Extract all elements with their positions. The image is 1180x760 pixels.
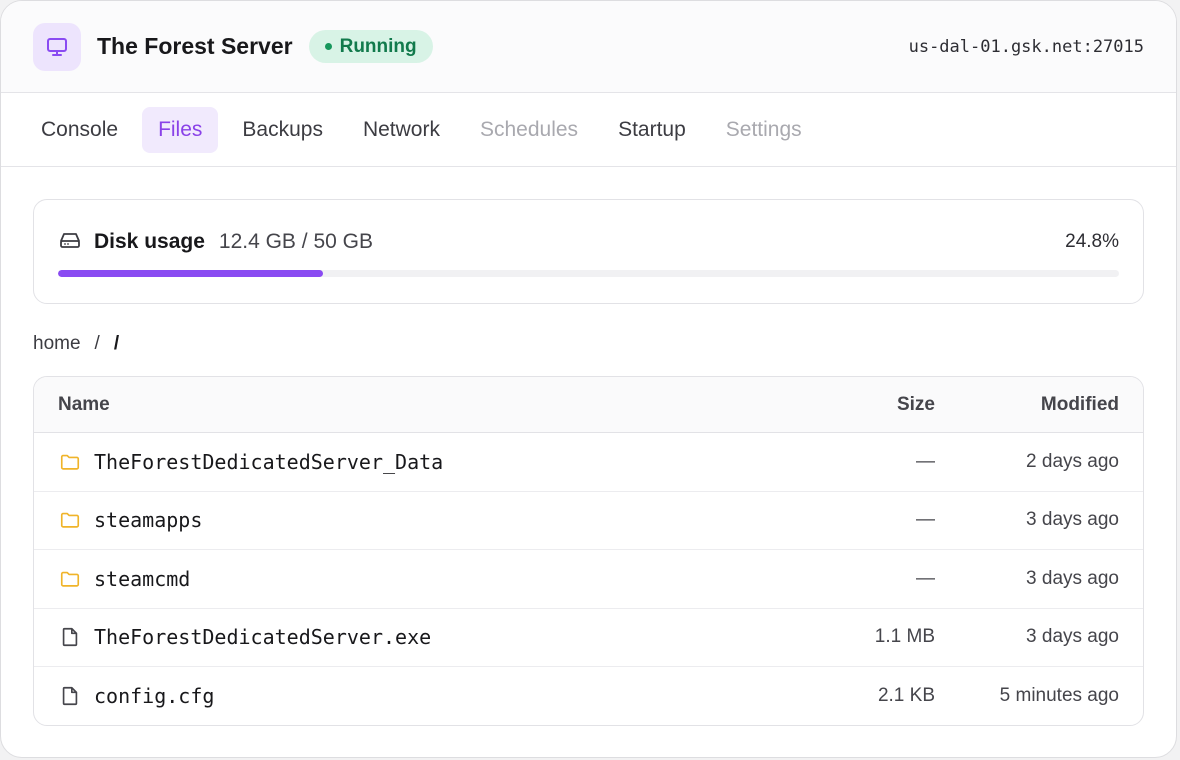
file-modified: 2 days ago <box>1026 450 1119 472</box>
table-row[interactable]: TheForestDedicatedServer_Data — 2 days ago <box>34 433 1143 492</box>
file-name[interactable]: TheForestDedicatedServer.exe <box>94 625 431 649</box>
disk-usage-fill <box>58 270 324 277</box>
breadcrumb-separator: / <box>94 333 100 354</box>
header-size[interactable]: Size <box>735 394 935 416</box>
disk-usage-label: Disk usage <box>94 230 205 253</box>
file-size: — <box>916 567 935 589</box>
tab-network[interactable]: Network <box>347 107 456 153</box>
row-name-cell: TheForestDedicatedServer.exe <box>58 625 735 649</box>
file-name[interactable]: TheForestDedicatedServer_Data <box>94 450 443 474</box>
file-table: Name Size Modified TheForestDedicatedSer… <box>33 376 1144 726</box>
disk-usage-percent: 24.8% <box>1065 231 1119 252</box>
row-name-cell: steamapps <box>58 508 735 532</box>
tab-backups[interactable]: Backups <box>226 107 339 153</box>
file-modified: 3 days ago <box>1026 626 1119 648</box>
file-modified: 3 days ago <box>1026 509 1119 531</box>
folder-icon <box>58 508 82 532</box>
server-panel: The Forest Server Running us-dal-01.gsk.… <box>0 0 1177 758</box>
tab-bar: Console Files Backups Network Schedules … <box>1 93 1176 167</box>
file-name[interactable]: steamcmd <box>94 567 190 591</box>
table-body: TheForestDedicatedServer_Data — 2 days ago… <box>34 433 1143 725</box>
table-row[interactable]: config.cfg 2.1 KB 5 minutes ago <box>34 667 1143 725</box>
file-modified: 5 minutes ago <box>999 685 1119 707</box>
breadcrumb: home / / <box>33 333 119 355</box>
file-modified: 3 days ago <box>1026 567 1119 589</box>
row-name-cell: steamcmd <box>58 567 735 591</box>
file-name[interactable]: config.cfg <box>94 684 214 708</box>
file-icon <box>58 625 82 649</box>
disk-usage-value: 12.4 GB / 50 GB <box>218 230 373 253</box>
status-badge: Running <box>308 30 433 63</box>
row-name-cell: config.cfg <box>58 684 735 708</box>
disk-usage-bar <box>58 270 1119 277</box>
tab-files[interactable]: Files <box>142 106 219 153</box>
hard-drive-icon <box>58 228 82 257</box>
server-name: The Forest Server <box>97 33 293 59</box>
tab-console[interactable]: Console <box>25 107 134 153</box>
status-label: Running <box>339 35 417 57</box>
table-row[interactable]: steamapps — 3 days ago <box>34 492 1143 550</box>
file-size: — <box>916 509 935 531</box>
file-size: 2.1 KB <box>877 685 935 707</box>
header-name[interactable]: Name <box>58 394 735 416</box>
tab-schedules[interactable]: Schedules <box>464 107 594 153</box>
tab-startup[interactable]: Startup <box>602 107 702 153</box>
monitor-icon <box>33 22 81 71</box>
status-dot-icon <box>324 43 332 50</box>
row-name-cell: TheForestDedicatedServer_Data <box>58 450 735 474</box>
tab-settings[interactable]: Settings <box>710 107 818 153</box>
server-address[interactable]: us-dal-01.gsk.net:27015 <box>909 37 1144 57</box>
header-modified[interactable]: Modified <box>935 394 1119 416</box>
file-icon <box>58 684 82 708</box>
table-row[interactable]: steamcmd — 3 days ago <box>34 550 1143 609</box>
file-name[interactable]: steamapps <box>94 508 202 532</box>
table-header: Name Size Modified <box>34 377 1143 433</box>
server-header: The Forest Server Running us-dal-01.gsk.… <box>1 1 1176 93</box>
file-size: — <box>916 450 935 472</box>
table-row[interactable]: TheForestDedicatedServer.exe 1.1 MB 3 days… <box>34 609 1143 667</box>
folder-icon <box>58 450 82 474</box>
folder-icon <box>58 567 82 591</box>
disk-usage-card: Disk usage 12.4 GB / 50 GB 24.8% <box>33 199 1144 304</box>
breadcrumb-home[interactable]: home <box>33 333 81 355</box>
file-size: 1.1 MB <box>874 626 935 648</box>
breadcrumb-current: / <box>113 333 120 354</box>
